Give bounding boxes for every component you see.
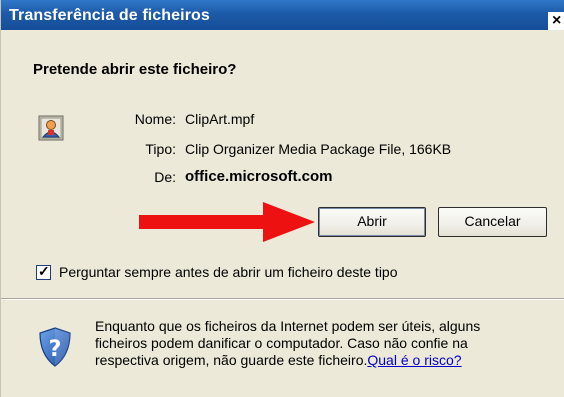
warning-message: Enquanto que os ficheiros da Internet po… xyxy=(95,318,535,369)
close-icon: × xyxy=(552,12,562,29)
always-ask-checkbox[interactable]: ✓ xyxy=(36,263,51,280)
close-button[interactable]: × xyxy=(548,12,564,30)
title-bar[interactable]: Transferência de ficheiros × xyxy=(1,0,564,30)
file-name: ClipArt.mpf xyxy=(185,111,255,127)
separator xyxy=(1,298,564,300)
dialog-question: Pretende abrir este ficheiro? xyxy=(33,61,237,78)
file-source: office.microsoft.com xyxy=(185,168,333,185)
risk-link[interactable]: Qual é o risco? xyxy=(367,352,461,368)
window-title: Transferência de ficheiros xyxy=(9,7,210,24)
type-label: Tipo: xyxy=(145,141,176,157)
red-arrow-icon xyxy=(139,202,315,242)
name-label: Nome: xyxy=(134,111,176,127)
shield-question-icon: ? xyxy=(39,327,71,367)
svg-text:?: ? xyxy=(49,337,62,362)
always-ask-label[interactable]: Perguntar sempre antes de abrir um fiche… xyxy=(59,264,398,280)
file-type: Clip Organizer Media Package File, 166KB xyxy=(185,141,452,157)
clipart-package-icon xyxy=(38,115,64,141)
file-download-dialog: Transferência de ficheiros × Pretende ab… xyxy=(0,0,564,397)
check-icon: ✓ xyxy=(38,263,50,279)
open-button[interactable]: Abrir xyxy=(318,207,426,237)
from-label: De: xyxy=(154,169,176,185)
cancel-button[interactable]: Cancelar xyxy=(438,207,547,237)
